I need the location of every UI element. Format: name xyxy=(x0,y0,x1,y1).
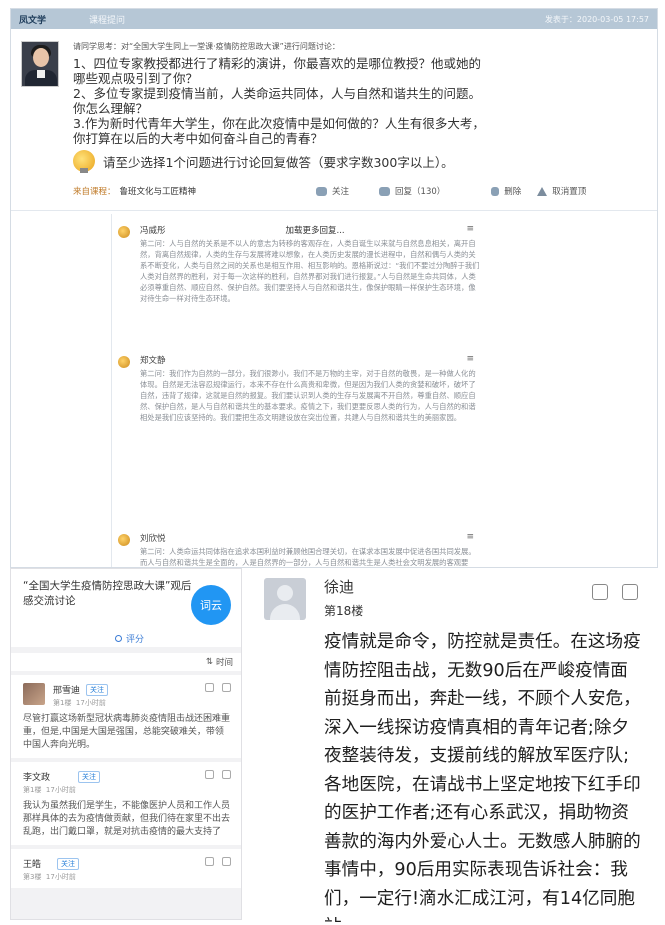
reply-icon[interactable] xyxy=(205,683,214,692)
comment-text: 疫情就是命令，防控就是责任。在这场疫情防控阻击战，无数90后在严峻疫情面前挺身而… xyxy=(324,632,641,922)
sort-icon: ⇅ xyxy=(205,657,213,667)
reply-hint: 请至少选择1个问题进行讨论回复做答（要求字数300字以上）。 xyxy=(73,150,493,173)
post-footer: 来自课程： 鲁班文化与工匠精神 关注 回复（130） 删除 取消置顶 xyxy=(73,185,653,197)
reply-list: 冯威彤 加载更多回复... 第二问：人与自然的关系是不以人的意志为转移的客观存在… xyxy=(111,214,657,567)
like-icon[interactable] xyxy=(222,857,231,866)
reply-button[interactable]: 回复（130） xyxy=(379,185,445,197)
rating-icon xyxy=(115,634,122,642)
follow-icon xyxy=(316,186,328,196)
reply-author[interactable]: 刘欣悦 xyxy=(140,532,166,544)
mobile-discussion-list: “全国大学生疫情防控思政大课”观后感交流讨论 词云 评分 ⇅ 时间 邢雪迪 关注 … xyxy=(10,568,242,920)
list-item: 李文政 关注 第1楼 17小时前 我认为虽然我们是学生，不能像医护人员和工作人员那… xyxy=(11,762,241,845)
reply-icon[interactable] xyxy=(205,857,214,866)
list-item: 王皓 关注 第3楼 17小时前 xyxy=(11,849,241,888)
follow-badge[interactable]: 关注 xyxy=(78,770,101,783)
load-more-link[interactable]: 加载更多回复... xyxy=(286,224,345,236)
mobile-comment-detail: 徐迪 第18楼 疫情就是命令，防控就是责任。在这场疫情防控阻击战，无数90后在严… xyxy=(248,572,658,922)
question-1: 1、四位专家教授都进行了精彩的演讲，你最喜欢的是哪位教授？他或她的哪些观点吸引到… xyxy=(73,56,481,86)
delete-button[interactable]: 删除 xyxy=(491,185,521,197)
user-icon xyxy=(118,356,130,368)
floor-number: 第18楼 xyxy=(324,604,364,618)
arrow-up-icon xyxy=(537,186,548,196)
hint-text: 请至少选择1个问题进行讨论回复做答（要求字数300字以上）。 xyxy=(103,154,454,170)
like-icon[interactable] xyxy=(222,770,231,779)
like-icon[interactable] xyxy=(622,584,638,600)
author-avatar[interactable] xyxy=(21,41,59,87)
more-icon[interactable]: ≡ xyxy=(466,224,474,234)
question-2: 2、多位专家提到疫情当前，人类命运共同体，人与自然和谐共生的问题。你怎么理解？ xyxy=(73,86,481,116)
post-tag: 课程提问 xyxy=(89,15,126,26)
discussion-title: “全国大学生疫情防控思政大课”观后感交流讨论 xyxy=(23,580,192,607)
user-name[interactable]: 徐迪 xyxy=(324,576,354,597)
trash-icon xyxy=(491,186,500,196)
main-post: 请同学思考：对“全国大学生同上一堂课·疫情防控思政大课”进行问题讨论： 1、四位… xyxy=(11,29,657,211)
course-label: 来自课程： xyxy=(73,187,116,197)
reply-author[interactable]: 冯威彤 xyxy=(140,224,166,236)
post-content: 请同学思考：对“全国大学生同上一堂课·疫情防控思政大课”进行问题讨论： 1、四位… xyxy=(73,41,493,173)
follow-badge[interactable]: 关注 xyxy=(86,683,109,696)
reply-text: 第二问：人类命运共同体指在追求本国利益时兼顾他国合理关切，在谋求本国发展中促进各… xyxy=(140,547,476,567)
more-icon[interactable]: ≡ xyxy=(466,532,474,542)
lightbulb-icon xyxy=(73,150,95,173)
user-name[interactable]: 王皓 xyxy=(23,857,41,870)
reply-text: 第二问：人与自然的关系是不以人的意志为转移的客观存在，人类自诞生以来就与自然息息… xyxy=(140,239,480,303)
reply-icon[interactable] xyxy=(205,770,214,779)
post-intro: 请同学思考：对“全国大学生同上一堂课·疫情防控思政大课”进行问题讨论： xyxy=(73,42,340,51)
user-icon xyxy=(118,534,130,546)
list-item: 邢雪迪 关注 第1楼 17小时前 尽管打赢这场新型冠状病毒肺炎疫情阻击战还困难重重… xyxy=(11,675,241,758)
follow-badge[interactable]: 关注 xyxy=(57,857,80,870)
word-cloud-button[interactable]: 词云 xyxy=(191,585,231,625)
discussion-header: “全国大学生疫情防控思政大课”观后感交流讨论 词云 xyxy=(11,569,241,629)
post-header-bar: 凤文学 课程提问 发表于：2020-03-05 17:57 xyxy=(11,9,657,29)
more-icon[interactable]: ≡ xyxy=(466,354,474,364)
reply-item: 冯威彤 加载更多回复... 第二问：人与自然的关系是不以人的意志为转移的客观存在… xyxy=(112,224,480,304)
user-avatar[interactable] xyxy=(23,683,45,705)
user-name[interactable]: 邢雪迪 xyxy=(53,683,80,696)
reply-text: 第二问：我们作为自然的一部分，我们很渺小，我们不是万物的主宰，对于自然的敬畏，是… xyxy=(140,369,476,422)
reply-item: 郑文静 第二问：我们作为自然的一部分，我们很渺小，我们不是万物的主宰，对于自然的… xyxy=(112,354,480,423)
user-icon xyxy=(118,226,130,238)
cancel-pin-button[interactable]: 取消置顶 xyxy=(537,185,586,197)
discussion-panel: 凤文学 课程提问 发表于：2020-03-05 17:57 请同学思考：对“全国… xyxy=(10,8,658,568)
author-name[interactable]: 凤文学 xyxy=(11,13,71,26)
like-icon[interactable] xyxy=(222,683,231,692)
user-name[interactable]: 李文政 xyxy=(23,770,50,783)
follow-button[interactable]: 关注 xyxy=(316,185,349,197)
reply-author[interactable]: 郑文静 xyxy=(140,354,166,366)
post-date: 发表于：2020-03-05 17:57 xyxy=(544,14,649,24)
rating-link[interactable]: 评分 xyxy=(11,629,241,647)
comment-icon xyxy=(379,186,391,196)
comment-text: 尽管打赢这场新型冠状病毒肺炎疫情阻击战还困难重重，但是,中国是大国是强国，总能突… xyxy=(23,714,231,750)
sort-by-time[interactable]: ⇅ 时间 xyxy=(11,653,241,671)
reply-item: 刘欣悦 第二问：人类命运共同体指在追求本国利益时兼顾他国合理关切，在谋求本国发展… xyxy=(112,532,480,567)
question-3: 3.作为新时代青年大学生，你在此次疫情中是如何做的？人生有很多大考，你打算在以后… xyxy=(73,116,485,146)
comment-text: 我认为虽然我们是学生，不能像医护人员和工作人员那样具体的去为疫情做贡献，但我们待… xyxy=(23,801,231,837)
course-name[interactable]: 鲁班文化与工匠精神 xyxy=(120,185,197,197)
reply-icon[interactable] xyxy=(592,584,608,600)
default-avatar[interactable] xyxy=(264,578,306,620)
